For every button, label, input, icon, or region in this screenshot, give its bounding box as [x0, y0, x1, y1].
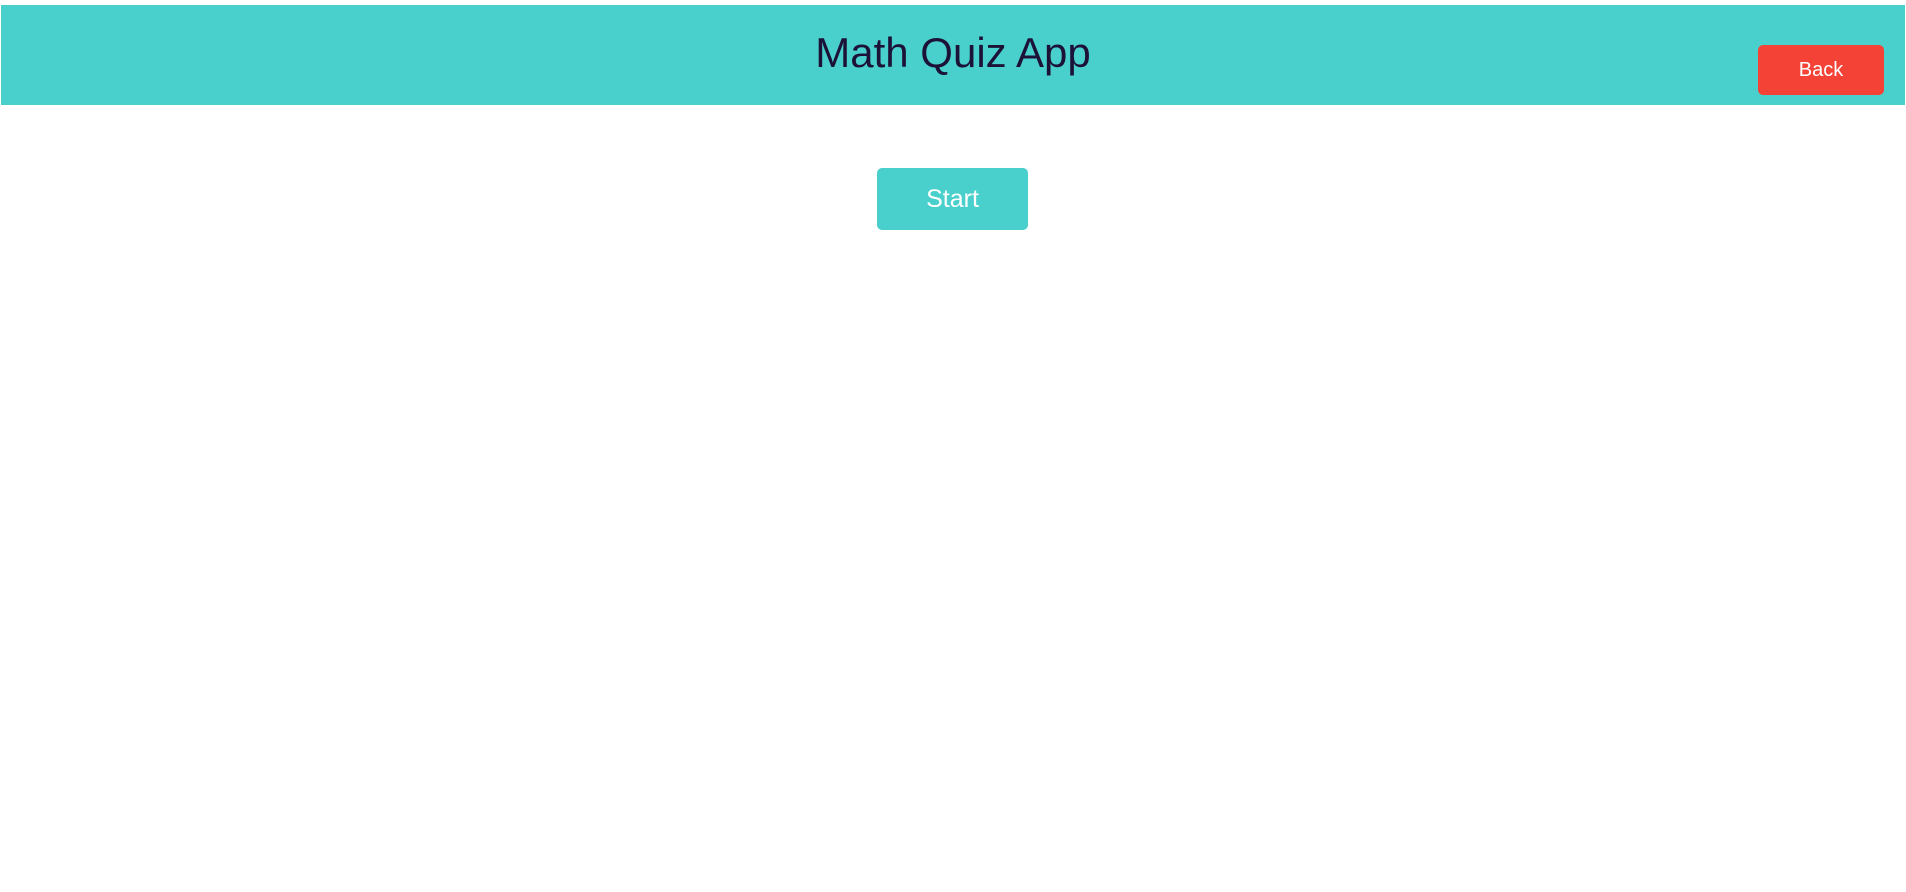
- start-button[interactable]: Start: [877, 168, 1028, 230]
- app-root: Math Quiz App Back Start: [0, 0, 1906, 892]
- page-title: Math Quiz App: [815, 29, 1091, 76]
- app-header: Math Quiz App Back: [1, 5, 1905, 105]
- back-button[interactable]: Back: [1758, 45, 1884, 95]
